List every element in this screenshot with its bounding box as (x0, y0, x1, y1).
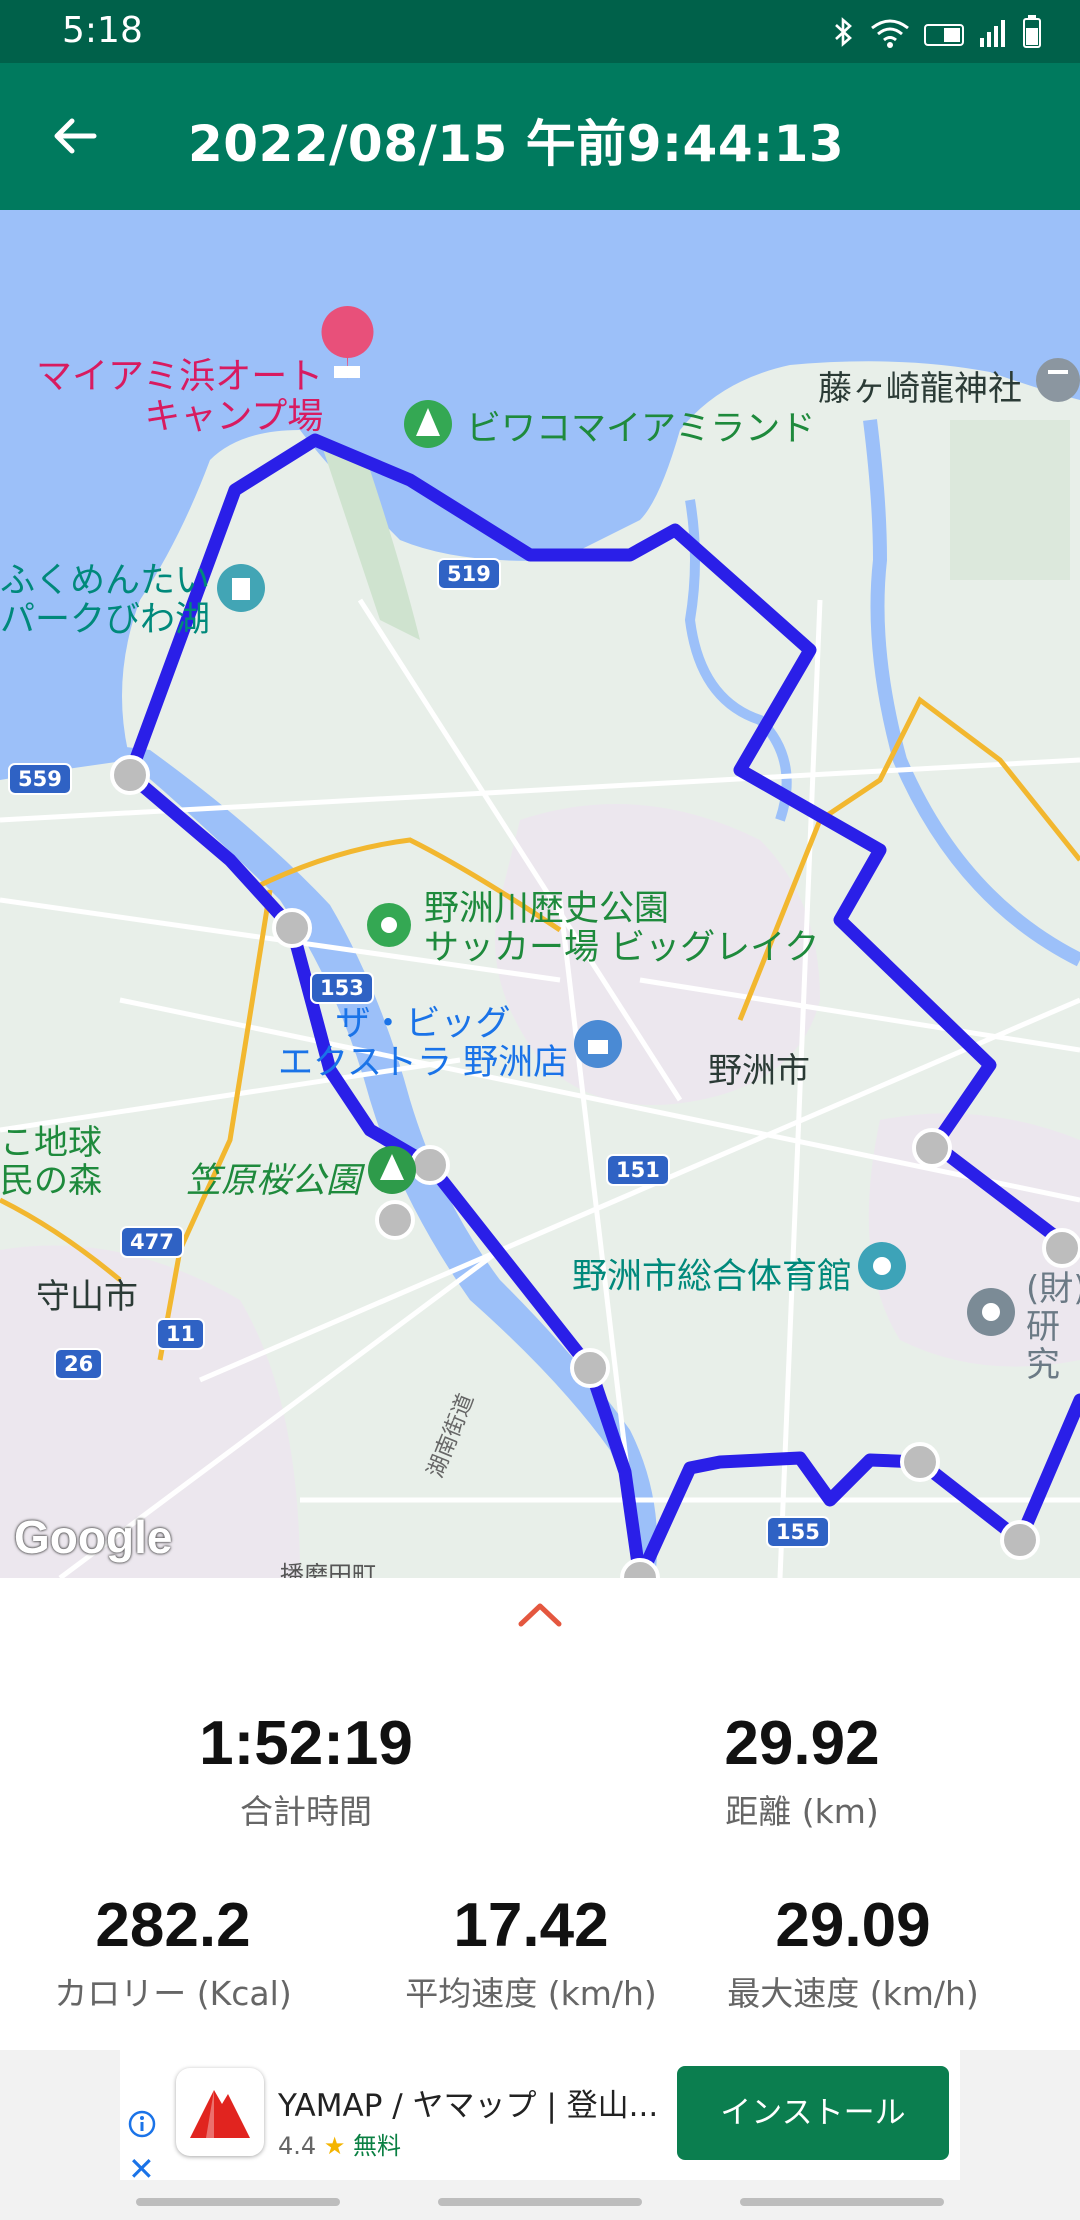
google-attribution[interactable]: Google (14, 1510, 172, 1564)
wifi-icon (871, 19, 909, 48)
map-label-the-big[interactable]: ザ・ビッグ エクストラ 野洲店 (278, 1004, 568, 1083)
bluetooth-icon (835, 17, 852, 47)
distance-value: 29.92 (724, 1709, 880, 1778)
total-time-value: 1:52:19 (199, 1709, 413, 1778)
road-shield: 153 (310, 972, 374, 1004)
map-label-fujigasaki[interactable]: 藤ヶ崎龍神社 (818, 370, 1022, 408)
total-time-label: 合計時間 (240, 1792, 372, 1831)
shrine-pin-icon[interactable] (1036, 358, 1080, 402)
road-shield: 26 (54, 1348, 104, 1380)
stat-distance: 29.92 距離 (km) (632, 1708, 972, 1833)
stat-calories: 282.2 カロリー (Kcal) (3, 1890, 343, 2015)
stat-total-time: 1:52:19 合計時間 (136, 1708, 476, 1833)
road-shield: 519 (437, 558, 501, 590)
install-button[interactable]: インストール (677, 2066, 949, 2160)
ad-title[interactable]: YAMAP / ヤマップ | 登山... (278, 2080, 658, 2125)
nav-hint-left (136, 2198, 340, 2206)
road-shield: 477 (120, 1226, 184, 1258)
map-label-moriyama: 守山市 (36, 1277, 138, 1317)
close-icon[interactable]: ✕ (128, 2150, 155, 2188)
gym-pin-icon[interactable] (858, 1242, 906, 1290)
back-arrow-icon[interactable] (48, 109, 102, 163)
battery-icon (1023, 15, 1041, 48)
road-shield: 11 (156, 1318, 206, 1350)
info-icon[interactable] (128, 2110, 156, 2138)
road-shield: 151 (606, 1154, 670, 1186)
gray-pin-icon[interactable] (967, 1288, 1015, 1336)
map-label-biwako-miami[interactable]: ビワコマイアミランド (466, 409, 815, 449)
map-label-chikyu[interactable]: こ地球 民の森 (0, 1124, 102, 1200)
map-label-gym[interactable]: 野洲市総合体育館 (572, 1257, 852, 1297)
star-icon: ★ (323, 2132, 346, 2160)
map-label-kenkyu[interactable]: (財) 研究 (1026, 1270, 1080, 1384)
campground-pin-icon[interactable] (404, 400, 452, 448)
max-speed-label: 最大速度 (km/h) (727, 1974, 979, 2013)
volte-icon (924, 24, 964, 46)
ad-rating: 4.4 ★ 無料 (278, 2126, 401, 2161)
route-map[interactable]: マイアミ浜オート キャンプ場 ビワコマイアミランド 藤ヶ崎龍神社 ふくめんたい … (0, 210, 1080, 1578)
stat-max-speed: 29.09 最大速度 (km/h) (683, 1890, 1023, 2015)
map-label-campground[interactable]: マイアミ浜オート キャンプ場 (36, 356, 323, 438)
status-time: 5:18 (62, 10, 143, 51)
ad-rating-value: 4.4 (278, 2132, 317, 2160)
stats-panel: 1:52:19 合計時間 29.92 距離 (km) 282.2 カロリー (K… (0, 1578, 1080, 2050)
app-logo-icon[interactable] (176, 2068, 264, 2156)
nav-hint-center (438, 2198, 642, 2206)
park-pin-icon[interactable] (217, 564, 265, 612)
stat-avg-speed: 17.42 平均速度 (km/h) (361, 1890, 701, 2015)
nav-hint-right (740, 2198, 944, 2206)
avg-speed-label: 平均速度 (km/h) (405, 1974, 657, 2013)
map-label-kasahara[interactable]: 笠原桜公園 (186, 1161, 361, 1201)
max-speed-value: 29.09 (775, 1891, 931, 1960)
app-bar: 2022/08/15 午前9:44:13 (0, 63, 1080, 210)
road-shield: 559 (8, 763, 72, 795)
avg-speed-value: 17.42 (453, 1891, 609, 1960)
map-label-harima: 播磨田町 (280, 1561, 376, 1578)
map-label-yasugawa-park[interactable]: 野洲川歴史公園 サッカー場 ビッグレイク (424, 889, 819, 968)
distance-label: 距離 (km) (725, 1792, 879, 1831)
chevron-up-icon[interactable] (515, 1600, 565, 1630)
tree-pin-icon[interactable] (368, 1146, 416, 1194)
ad-free-label: 無料 (352, 2132, 401, 2160)
page-title: 2022/08/15 午前9:44:13 (188, 115, 845, 173)
road-shield: 155 (766, 1516, 830, 1548)
calories-value: 282.2 (95, 1891, 251, 1960)
signal-icon (980, 20, 1005, 47)
map-label-fukumentai[interactable]: ふくめんたい パークびわ湖 (0, 561, 210, 640)
ad-banner[interactable]: ✕ YAMAP / ヤマップ | 登山... 4.4 ★ 無料 インストール (0, 2050, 1080, 2220)
location-pin-icon[interactable] (367, 903, 411, 947)
map-label-yasu-city: 野洲市 (708, 1051, 810, 1091)
status-bar: 5:18 (0, 0, 1080, 63)
calories-label: カロリー (Kcal) (54, 1974, 292, 2013)
shopping-pin-icon[interactable] (574, 1020, 622, 1068)
